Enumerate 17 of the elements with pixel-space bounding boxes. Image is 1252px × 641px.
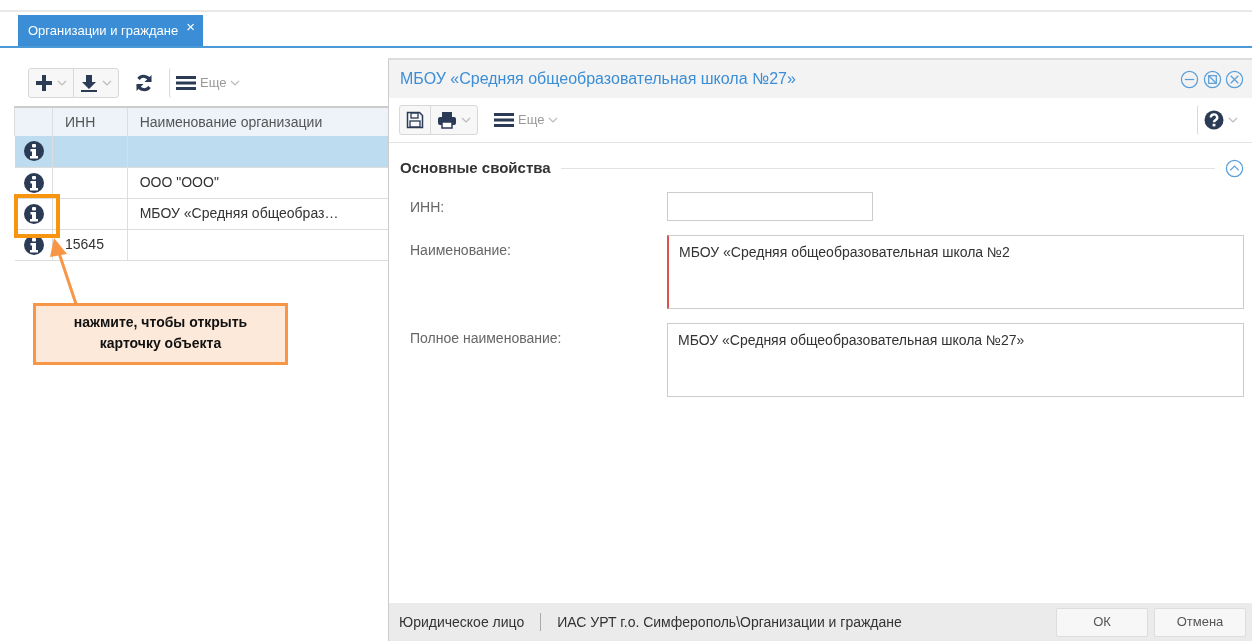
field-label: Наименование:	[410, 240, 512, 260]
dialog-button[interactable]: ОК	[1056, 607, 1148, 637]
table-cell: 15645	[65, 236, 104, 252]
text-area[interactable]: МБОУ «Средняя общеобразовательная школа №27»	[667, 322, 1244, 397]
dialog-button[interactable]: Отмена	[1154, 607, 1246, 637]
section-title: Основные свойства	[400, 158, 551, 178]
field-label: ИНН:	[410, 197, 446, 217]
breadcrumb-text: ИАС УРТ г.о. Симферополь\Организации и граждане	[557, 612, 902, 632]
column-header[interactable]: ИНН	[52, 107, 128, 136]
callout-text: нажмите, чтобы открыть карточку объекта	[33, 303, 288, 365]
text-area[interactable]: МБОУ «Средняя общеобразовательная школа №2	[667, 234, 1244, 309]
status-text: Юридическое лицо	[399, 612, 525, 632]
field-label: Полное наименование:	[410, 328, 563, 348]
column-header[interactable]: Наименование организации	[127, 107, 388, 136]
table-cell: МБОУ «Средняя общеобраз…	[139, 205, 339, 221]
dialog-title: МБОУ «Средняя общеобразовательная школа №27»	[400, 69, 796, 89]
table-cell: ООО "ООО"	[139, 174, 219, 190]
